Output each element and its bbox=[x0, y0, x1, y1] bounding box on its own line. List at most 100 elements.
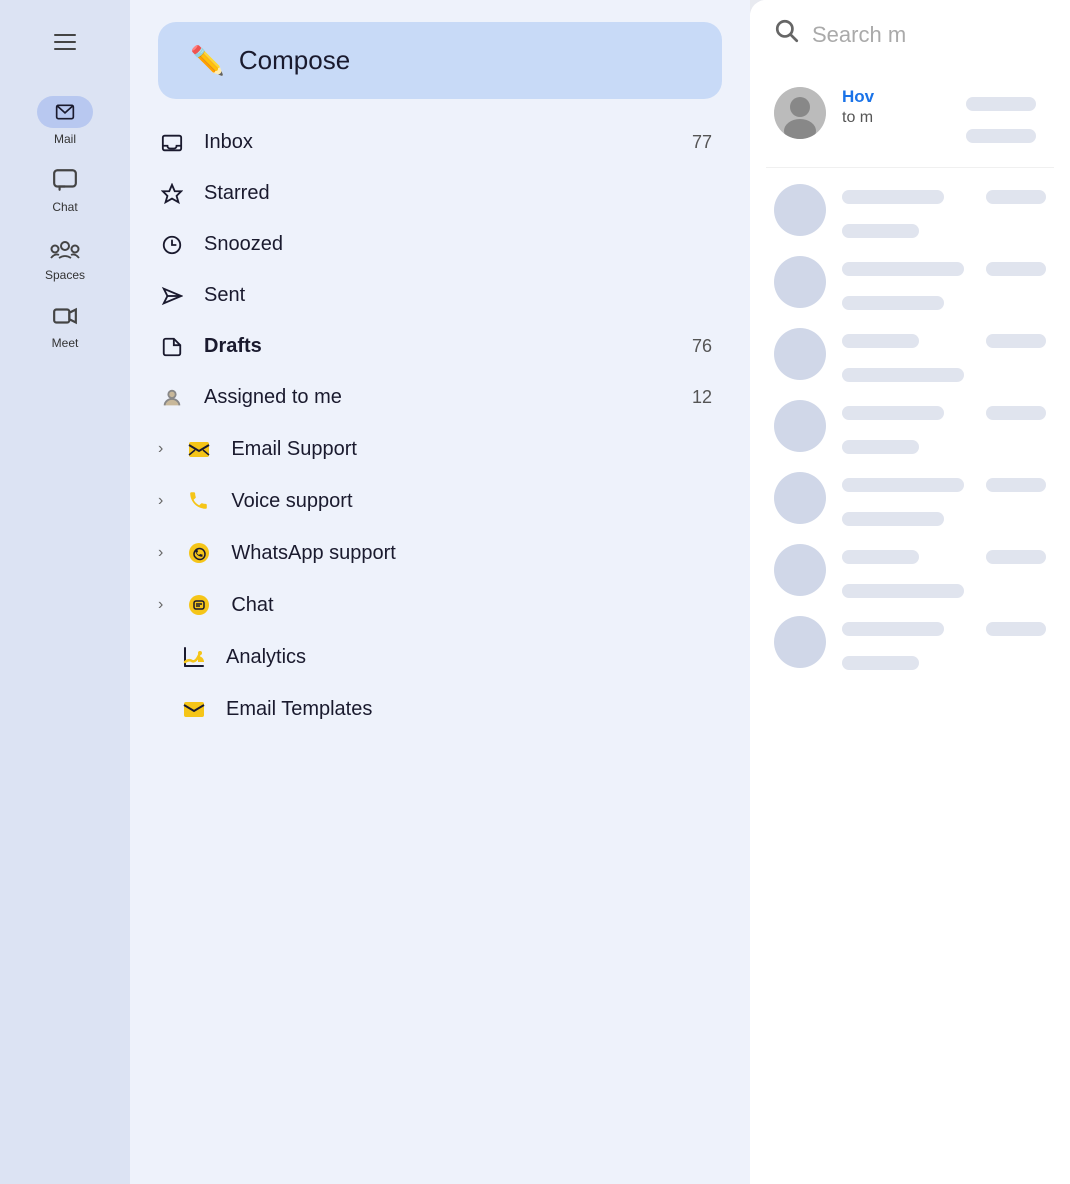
skeleton-line bbox=[842, 406, 944, 420]
sidebar-label-analytics: Analytics bbox=[226, 646, 712, 669]
skeleton-row bbox=[774, 472, 1046, 532]
skeleton-line bbox=[986, 478, 1046, 492]
email-templates-icon bbox=[180, 697, 208, 721]
chevron-voice-support: › bbox=[158, 492, 163, 510]
sidebar-item-analytics[interactable]: Analytics bbox=[130, 631, 740, 683]
nav-label-mail: Mail bbox=[54, 132, 76, 146]
nav-label-chat: Chat bbox=[52, 200, 77, 214]
sidebar-item-starred[interactable]: Starred bbox=[130, 168, 740, 219]
nav-rail: Mail Chat Spaces bbox=[0, 0, 130, 1184]
drafts-icon bbox=[158, 336, 186, 358]
skeleton-line bbox=[986, 190, 1046, 204]
skeleton-row bbox=[774, 544, 1046, 604]
skeleton-row bbox=[774, 328, 1046, 388]
sidebar-count-inbox: 77 bbox=[692, 132, 712, 153]
skeleton-row bbox=[774, 184, 1046, 244]
skeleton-line bbox=[986, 262, 1046, 276]
sidebar-count-assigned: 12 bbox=[692, 387, 712, 408]
analytics-icon bbox=[180, 645, 208, 669]
skeleton-line bbox=[842, 512, 944, 526]
avatar-placeholder bbox=[774, 472, 826, 524]
search-icon bbox=[774, 18, 800, 51]
avatar-placeholder bbox=[774, 544, 826, 596]
email-content: Hov to m bbox=[842, 87, 950, 127]
sidebar-item-email-support[interactable]: › Email Support bbox=[130, 423, 740, 475]
chat-icon-wrap bbox=[37, 164, 93, 196]
sidebar-label-email-templates: Email Templates bbox=[226, 698, 712, 721]
skeleton-row bbox=[774, 256, 1046, 316]
hamburger-button[interactable] bbox=[41, 18, 89, 66]
sidebar-label-starred: Starred bbox=[204, 182, 712, 205]
sidebar-item-whatsapp-support[interactable]: › WhatsApp support bbox=[130, 527, 740, 579]
avatar-placeholder bbox=[774, 616, 826, 668]
sidebar-item-sent[interactable]: Sent bbox=[130, 270, 740, 321]
sidebar-item-inbox[interactable]: Inbox 77 bbox=[130, 117, 740, 168]
inbox-icon bbox=[158, 132, 186, 154]
assigned-icon bbox=[158, 387, 186, 409]
chevron-email-support: › bbox=[158, 440, 163, 458]
skeleton-line bbox=[842, 656, 919, 670]
sidebar-item-snoozed[interactable]: Snoozed bbox=[130, 219, 740, 270]
skeleton-line bbox=[842, 296, 944, 310]
avatar-placeholder bbox=[774, 184, 826, 236]
skeleton-line bbox=[966, 97, 1036, 111]
nav-item-mail[interactable]: Mail bbox=[0, 86, 130, 154]
starred-icon bbox=[158, 183, 186, 205]
avatar bbox=[774, 87, 826, 139]
whatsapp-support-icon bbox=[185, 541, 213, 565]
skeleton-line bbox=[842, 584, 964, 598]
mail-icon bbox=[55, 99, 75, 125]
sidebar-item-drafts[interactable]: Drafts 76 bbox=[130, 321, 740, 372]
skeleton-line bbox=[842, 550, 919, 564]
nav-item-chat[interactable]: Chat bbox=[0, 154, 130, 222]
meet-icon-wrap bbox=[37, 300, 93, 332]
spaces-icon bbox=[50, 235, 80, 261]
skeleton-line bbox=[842, 622, 944, 636]
snoozed-icon bbox=[158, 234, 186, 256]
sidebar-item-assigned[interactable]: Assigned to me 12 bbox=[130, 372, 740, 423]
chat-sidebar-icon bbox=[185, 593, 213, 617]
avatar-placeholder bbox=[774, 256, 826, 308]
sidebar-label-voice-support: Voice support bbox=[231, 490, 712, 513]
sidebar-item-email-templates[interactable]: Email Templates bbox=[130, 683, 740, 735]
skeleton-line bbox=[966, 129, 1036, 143]
search-placeholder[interactable]: Search m bbox=[812, 22, 906, 48]
sidebar-item-voice-support[interactable]: › Voice support bbox=[130, 475, 740, 527]
skeleton-line bbox=[986, 406, 1046, 420]
sent-icon bbox=[158, 285, 186, 307]
spaces-icon-wrap bbox=[37, 232, 93, 264]
sidebar-label-chat: Chat bbox=[231, 594, 712, 617]
sidebar-label-whatsapp-support: WhatsApp support bbox=[231, 542, 712, 565]
sidebar-label-inbox: Inbox bbox=[204, 131, 674, 154]
chevron-whatsapp-support: › bbox=[158, 544, 163, 562]
chevron-chat: › bbox=[158, 596, 163, 614]
skeleton-rows bbox=[766, 168, 1054, 692]
avatar-placeholder bbox=[774, 400, 826, 452]
skeleton-line bbox=[842, 224, 919, 238]
compose-label: Compose bbox=[239, 45, 350, 76]
main-content: Search m Hov to m bbox=[750, 0, 1070, 1184]
skeleton-line bbox=[842, 478, 964, 492]
skeleton-line bbox=[842, 368, 964, 382]
nav-item-spaces[interactable]: Spaces bbox=[0, 222, 130, 290]
skeleton-line bbox=[986, 550, 1046, 564]
search-bar: Search m bbox=[750, 0, 1070, 69]
skeleton-line bbox=[842, 262, 964, 276]
skeleton-row bbox=[774, 400, 1046, 460]
skeleton-line bbox=[842, 334, 919, 348]
email-preview-item[interactable]: Hov to m bbox=[766, 69, 1054, 168]
email-subject: to m bbox=[842, 109, 950, 127]
nav-label-spaces: Spaces bbox=[45, 268, 85, 282]
nav-label-meet: Meet bbox=[52, 336, 79, 350]
skeleton-line bbox=[842, 440, 919, 454]
compose-button[interactable]: ✏️ Compose bbox=[158, 22, 722, 99]
email-list: Hov to m bbox=[750, 69, 1070, 1184]
chat-icon bbox=[52, 167, 78, 193]
sidebar-item-chat[interactable]: › Chat bbox=[130, 579, 740, 631]
email-sender: Hov bbox=[842, 87, 950, 107]
nav-item-meet[interactable]: Meet bbox=[0, 290, 130, 358]
skeleton-area bbox=[966, 87, 1046, 149]
email-support-icon bbox=[185, 437, 213, 461]
skeleton-line bbox=[986, 622, 1046, 636]
avatar-placeholder bbox=[774, 328, 826, 380]
